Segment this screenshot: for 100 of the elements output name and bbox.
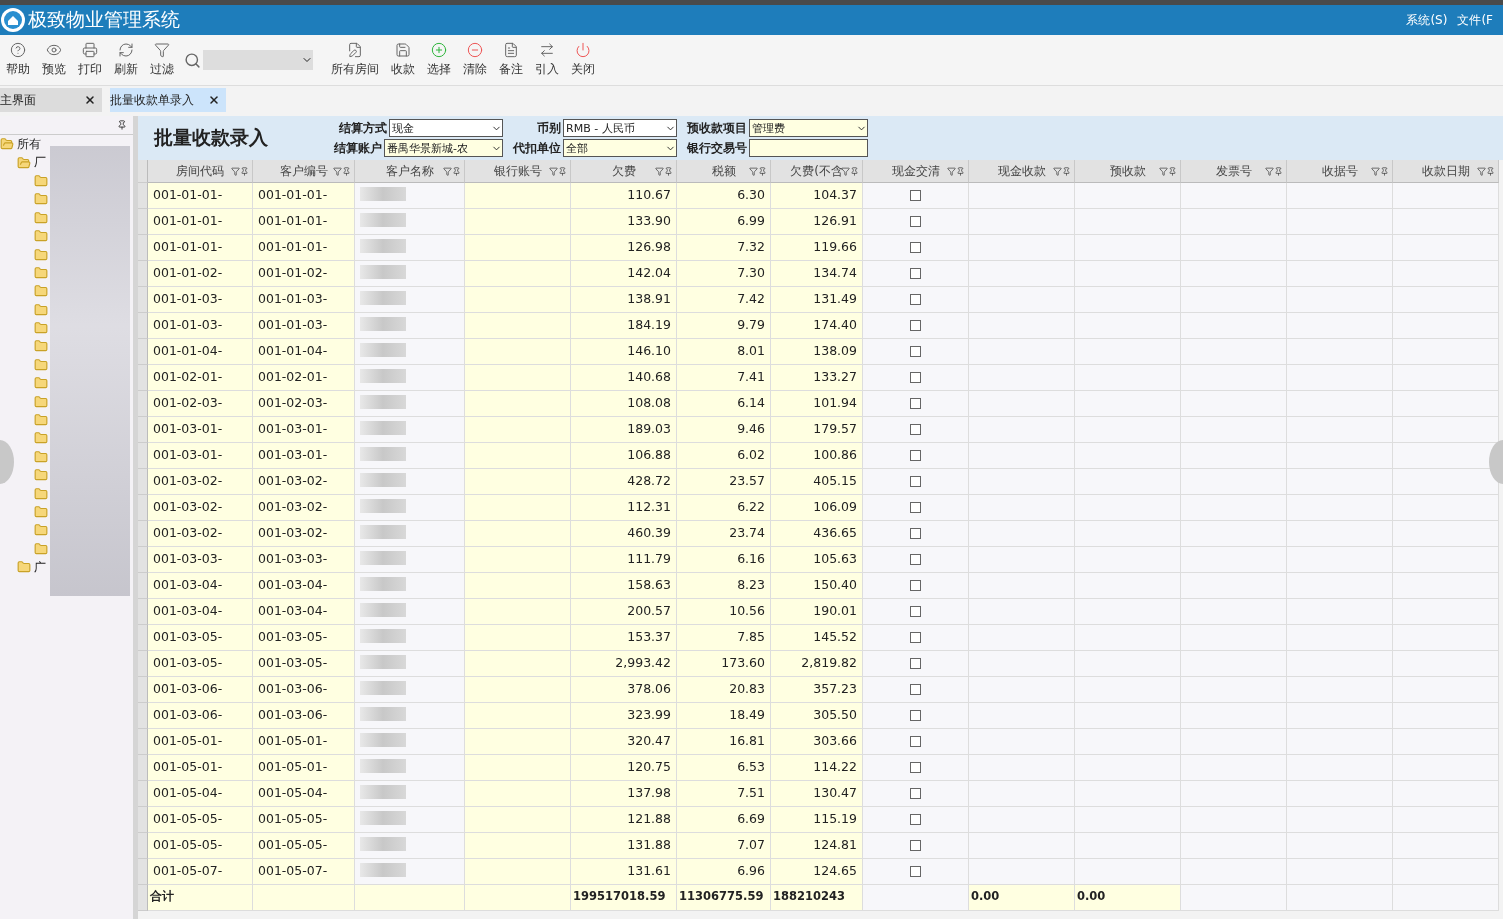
checkbox[interactable] (910, 554, 921, 565)
filter-icon[interactable] (443, 166, 452, 176)
checkbox[interactable] (910, 788, 921, 799)
column-header[interactable]: 发票号 (1181, 160, 1287, 183)
search-icon[interactable] (184, 51, 201, 69)
checkbox[interactable] (910, 684, 921, 695)
checkbox[interactable] (910, 294, 921, 305)
column-header[interactable]: 客户名称 (355, 160, 465, 183)
tab[interactable]: 批量收款单录入 (110, 88, 226, 112)
tree-item[interactable]: 所有 (17, 135, 41, 153)
column-header[interactable]: 现金交清 (863, 160, 969, 183)
checkbox[interactable] (910, 398, 921, 409)
filter-icon[interactable] (1265, 166, 1274, 176)
checkbox[interactable] (910, 528, 921, 539)
close-icon[interactable] (84, 94, 96, 106)
redacted-block (360, 629, 406, 643)
pin-icon[interactable] (956, 166, 965, 176)
close-icon[interactable] (208, 94, 220, 106)
checkbox[interactable] (910, 866, 921, 877)
tree-item[interactable]: 广 (34, 558, 46, 576)
pin-icon[interactable] (1274, 166, 1283, 176)
checkbox[interactable] (910, 190, 921, 201)
pin-icon[interactable] (1486, 166, 1495, 176)
checkbox[interactable] (910, 268, 921, 279)
row-header (138, 807, 148, 833)
checkbox[interactable] (910, 840, 921, 851)
menu-item[interactable]: 文件(F (1457, 11, 1493, 29)
checkbox[interactable] (910, 372, 921, 383)
filter-icon[interactable] (1371, 166, 1380, 176)
select-field[interactable]: RMB - 人民币 (563, 119, 677, 137)
column-header[interactable]: 税额 (677, 160, 771, 183)
column-header[interactable]: 现金收款 (969, 160, 1075, 183)
column-header[interactable]: 欠费 (571, 160, 677, 183)
checkbox[interactable] (910, 658, 921, 669)
add-button[interactable]: 选择 (421, 42, 457, 78)
filter-icon[interactable] (841, 166, 850, 176)
filter-icon[interactable] (231, 166, 240, 176)
column-header[interactable]: 欠费(不含 (771, 160, 863, 183)
eye-button[interactable]: 预览 (36, 42, 72, 78)
filter-icon[interactable] (549, 166, 558, 176)
filter-button[interactable]: 过滤 (144, 42, 180, 78)
pin-icon[interactable] (1380, 166, 1389, 176)
total-cell: 188210243 (771, 885, 863, 911)
pin-icon[interactable] (664, 166, 673, 176)
checkbox[interactable] (910, 762, 921, 773)
column-header[interactable]: 银行账号 (465, 160, 571, 183)
checkbox[interactable] (910, 710, 921, 721)
checkbox[interactable] (910, 736, 921, 747)
refresh-button[interactable]: 刷新 (108, 42, 144, 78)
remove-button[interactable]: 清除 (457, 42, 493, 78)
checkbox[interactable] (910, 450, 921, 461)
menu-item[interactable]: 系统(S) (1406, 11, 1448, 29)
column-header[interactable]: 收款日期 (1393, 160, 1499, 183)
filter-icon[interactable] (947, 166, 956, 176)
select-field[interactable]: 现金 (389, 119, 503, 137)
filter-icon[interactable] (333, 166, 342, 176)
tree-item[interactable]: 厂 (34, 154, 46, 172)
column-header[interactable]: 收据号 (1287, 160, 1393, 183)
checkbox[interactable] (910, 814, 921, 825)
text-field[interactable] (749, 139, 868, 157)
filter-icon[interactable] (655, 166, 664, 176)
pin-icon[interactable] (850, 166, 859, 176)
checkbox[interactable] (910, 632, 921, 643)
tab[interactable]: 主界面 (0, 88, 102, 112)
select-field[interactable]: 全部 (563, 139, 677, 157)
checkbox[interactable] (910, 320, 921, 331)
pin-icon[interactable] (117, 120, 127, 130)
checkbox[interactable] (910, 502, 921, 513)
pin-icon[interactable] (1062, 166, 1071, 176)
note-button[interactable]: 备注 (493, 42, 529, 78)
checkbox[interactable] (910, 580, 921, 591)
column-header[interactable]: 预收款 (1075, 160, 1181, 183)
table-cell: 131.61 (571, 859, 677, 885)
select-field[interactable]: 番禺华景新城-农 (384, 139, 503, 157)
filter-icon[interactable] (749, 166, 758, 176)
filter-icon[interactable] (1053, 166, 1062, 176)
pin-icon[interactable] (758, 166, 767, 176)
pin-icon[interactable] (558, 166, 567, 176)
column-header[interactable]: 房间代码 (148, 160, 253, 183)
table-cell: 001-03-06- (148, 703, 253, 729)
swap-button[interactable]: 引入 (529, 42, 565, 78)
edit-button[interactable]: 所有房间 (325, 42, 385, 78)
pin-icon[interactable] (240, 166, 249, 176)
checkbox[interactable] (910, 216, 921, 227)
column-header[interactable]: 客户编号 (253, 160, 355, 183)
print-button[interactable]: 打印 (72, 42, 108, 78)
pin-icon[interactable] (1168, 166, 1177, 176)
select-field[interactable]: 管理费 (749, 119, 868, 137)
pin-icon[interactable] (452, 166, 461, 176)
help-button[interactable]: 帮助 (0, 42, 36, 78)
pin-icon[interactable] (342, 166, 351, 176)
checkbox[interactable] (910, 346, 921, 357)
filter-icon[interactable] (1477, 166, 1486, 176)
checkbox[interactable] (910, 242, 921, 253)
power-button[interactable]: 关闭 (565, 42, 601, 78)
checkbox[interactable] (910, 606, 921, 617)
filter-icon[interactable] (1159, 166, 1168, 176)
checkbox[interactable] (910, 476, 921, 487)
save-button[interactable]: 收款 (385, 42, 421, 78)
checkbox[interactable] (910, 424, 921, 435)
